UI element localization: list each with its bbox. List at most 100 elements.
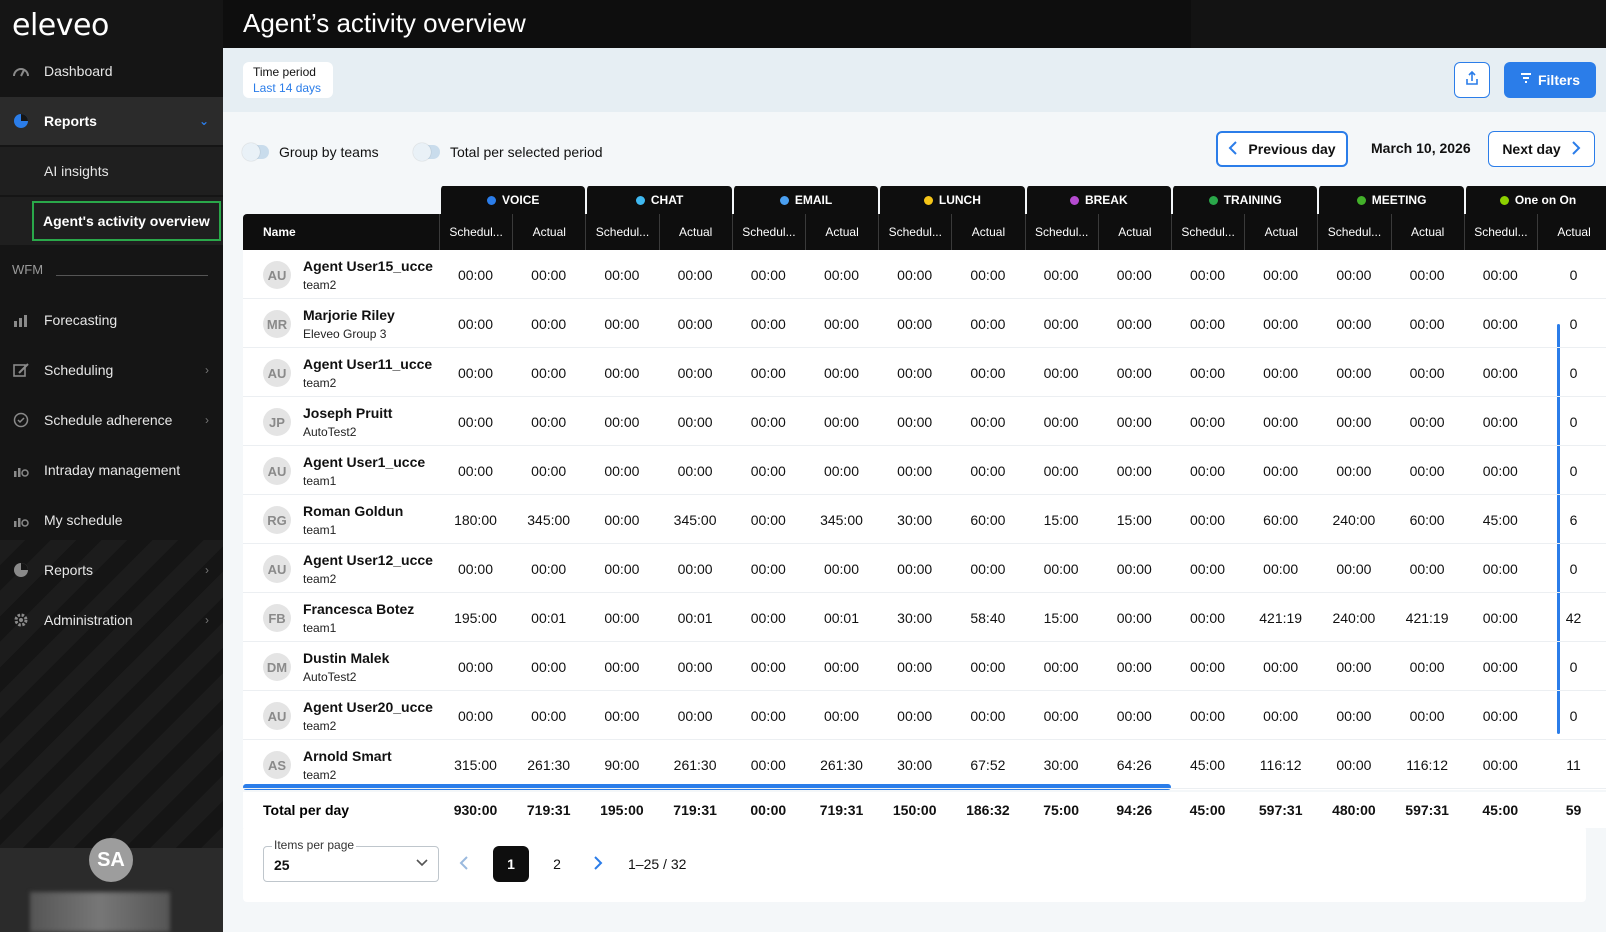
table-cell: 00:00 bbox=[1409, 266, 1445, 283]
sidebar-item-forecasting[interactable]: Forecasting bbox=[0, 296, 223, 344]
table-cell: 00:00 bbox=[750, 609, 786, 626]
column-header-actual[interactable]: Actual bbox=[1537, 214, 1606, 250]
avatar: AU bbox=[263, 702, 291, 730]
group-by-teams-toggle[interactable]: Group by teams bbox=[242, 143, 379, 161]
column-header-actual[interactable]: Actual bbox=[805, 214, 879, 250]
sidebar-item-ai-insights[interactable]: AI insights bbox=[0, 147, 223, 195]
page-1-button[interactable]: 1 bbox=[493, 846, 529, 882]
total-per-period-toggle[interactable]: Total per selected period bbox=[413, 143, 603, 161]
table-cell: 00:00 bbox=[604, 511, 640, 528]
table-row[interactable]: AS Arnold Smart team2 315:00 261:30 90:00 261:… bbox=[243, 740, 1606, 789]
toggle-switch[interactable] bbox=[413, 143, 440, 161]
sidebar-item-label: Forecasting bbox=[44, 312, 118, 328]
next-day-button[interactable]: Next day bbox=[1488, 131, 1595, 167]
table-cell: 345:00 bbox=[527, 511, 571, 528]
table-row[interactable]: AU Agent User15_ucce team2 00:00 00:00 00:00 0… bbox=[243, 250, 1606, 299]
table-cell: 15:00 bbox=[1116, 511, 1152, 528]
table-row[interactable]: AU Agent User12_ucce team2 00:00 00:00 00:00 0… bbox=[243, 544, 1606, 593]
table-cell: 195:00 bbox=[454, 609, 497, 626]
column-header-actual[interactable]: Actual bbox=[512, 214, 586, 250]
sidebar-item-dashboard[interactable]: Dashboard bbox=[0, 47, 223, 95]
table-row[interactable]: DM Dustin Malek AutoTest2 00:00 00:00 00:00 00… bbox=[243, 642, 1606, 691]
toggle-switch[interactable] bbox=[242, 143, 269, 161]
previous-day-button[interactable]: Previous day bbox=[1216, 131, 1348, 167]
column-header-scheduled[interactable]: Schedul... bbox=[1171, 214, 1245, 250]
sidebar-item-reports-open[interactable]: Reports ⌄ bbox=[0, 97, 223, 145]
filters-label: Filters bbox=[1537, 72, 1580, 88]
user-avatar[interactable]: SA bbox=[89, 838, 133, 882]
sidebar-item-reports[interactable]: Reports › bbox=[0, 546, 223, 594]
divider bbox=[56, 275, 208, 276]
page-2-button[interactable]: 2 bbox=[539, 846, 575, 882]
column-header-name[interactable]: Name bbox=[243, 214, 439, 250]
sidebar-item-intraday-management[interactable]: Intraday management bbox=[0, 446, 223, 494]
table-row[interactable]: FB Francesca Botez team1 195:00 00:01 00:00 00… bbox=[243, 593, 1606, 642]
table-cell: 00:01 bbox=[823, 609, 860, 626]
table-cell: 00:00 bbox=[750, 511, 786, 528]
column-group-header: TRAINING bbox=[1171, 186, 1318, 214]
table-cell: 00:00 bbox=[897, 364, 933, 381]
filters-button[interactable]: Filters bbox=[1504, 62, 1596, 98]
table-cell: 00:00 bbox=[970, 707, 1006, 724]
sidebar-item-administration[interactable]: Administration › bbox=[0, 596, 223, 644]
column-header-actual[interactable]: Actual bbox=[1390, 214, 1464, 250]
table-cell: 00:00 bbox=[604, 707, 640, 724]
column-group-label: VOICE bbox=[502, 193, 540, 207]
column-header-scheduled[interactable]: Schedul... bbox=[1024, 214, 1098, 250]
total-cell: 480:00 bbox=[1332, 802, 1376, 818]
sidebar-item-agents-activity-overview[interactable]: Agent's activity overview bbox=[0, 197, 223, 245]
chart-gear-icon bbox=[12, 462, 30, 478]
table-cell: 00:00 bbox=[677, 266, 713, 283]
table-row[interactable]: AU Agent User1_ucce team1 00:00 00:00 00:00 00… bbox=[243, 446, 1606, 495]
column-header-scheduled[interactable]: Schedul... bbox=[585, 214, 659, 250]
pagination: Items per page 25 1 2 1–25 / 32 bbox=[243, 826, 1586, 902]
agent-name: Dustin Malek bbox=[303, 650, 390, 666]
column-header-scheduled[interactable]: Schedul... bbox=[731, 214, 805, 250]
sidebar-item-scheduling[interactable]: Scheduling › bbox=[0, 346, 223, 394]
table-cell: 00:00 bbox=[750, 707, 786, 724]
table-row[interactable]: MR Marjorie Riley Eleveo Group 3 00:00 00:00… bbox=[243, 299, 1606, 348]
table-cell: 60:00 bbox=[1263, 511, 1299, 528]
agent-name: Francesca Botez bbox=[303, 601, 415, 617]
table-cell: 00:00 bbox=[750, 413, 786, 430]
items-per-page-select[interactable]: Items per page 25 bbox=[263, 838, 439, 882]
activity-color-dot bbox=[1069, 195, 1079, 205]
agent-name: Arnold Smart bbox=[303, 748, 392, 764]
column-header-actual[interactable]: Actual bbox=[1244, 214, 1318, 250]
table-row[interactable]: JP Joseph Pruitt AutoTest2 00:00 00:00 00:00 0… bbox=[243, 397, 1606, 446]
total-row: Total per day 930:00 719:31 195:00 719:31 00… bbox=[243, 792, 1606, 828]
column-header-scheduled[interactable]: Schedul... bbox=[1317, 214, 1391, 250]
agent-team: team1 bbox=[303, 523, 337, 537]
table-row[interactable]: AU Agent User11_ucce team2 00:00 00:00 00:00 0… bbox=[243, 348, 1606, 397]
table-cell: 00:00 bbox=[1482, 609, 1518, 626]
column-header-actual[interactable]: Actual bbox=[951, 214, 1025, 250]
table-cell: 00:00 bbox=[1043, 266, 1079, 283]
table-cell: 00:00 bbox=[750, 266, 786, 283]
export-button[interactable] bbox=[1454, 62, 1490, 98]
table-cell: 00:00 bbox=[1189, 364, 1226, 381]
column-header-scheduled[interactable]: Schedul... bbox=[878, 214, 952, 250]
sidebar-item-my-schedule[interactable]: My schedule bbox=[0, 496, 223, 544]
table-row[interactable]: RG Roman Goldun team1 180:00 345:00 00:00 345:… bbox=[243, 495, 1606, 544]
column-header-scheduled[interactable]: Schedul... bbox=[439, 214, 513, 250]
table-cell: 00:00 bbox=[1263, 707, 1299, 724]
next-page-button[interactable] bbox=[593, 854, 603, 875]
table-cell: 00:00 bbox=[1116, 315, 1152, 332]
table-cell: 60:00 bbox=[970, 511, 1006, 528]
table-cell: 00:00 bbox=[1263, 560, 1299, 577]
table-cell: 00:00 bbox=[604, 560, 640, 577]
column-group-label: One on On bbox=[1514, 193, 1577, 207]
table-cell: 00:00 bbox=[1043, 658, 1079, 675]
sidebar-item-schedule-adherence[interactable]: Schedule adherence › bbox=[0, 396, 223, 444]
column-header-actual[interactable]: Actual bbox=[658, 214, 732, 250]
bar-chart-icon bbox=[12, 312, 30, 328]
column-header-scheduled[interactable]: Schedul... bbox=[1463, 214, 1537, 250]
table-row[interactable]: AU Agent User20_ucce team2 00:00 00:00 00:00 0… bbox=[243, 691, 1606, 740]
table-cell: 00:00 bbox=[604, 266, 640, 283]
app-logo[interactable]: eleveo bbox=[12, 8, 109, 43]
time-period-selector[interactable]: Time period Last 14 days bbox=[243, 62, 333, 98]
table-cell: 45:00 bbox=[1482, 511, 1518, 528]
column-header-actual[interactable]: Actual bbox=[1097, 214, 1171, 250]
previous-page-button[interactable] bbox=[459, 854, 469, 875]
table-cell: 0 bbox=[1569, 266, 1578, 283]
